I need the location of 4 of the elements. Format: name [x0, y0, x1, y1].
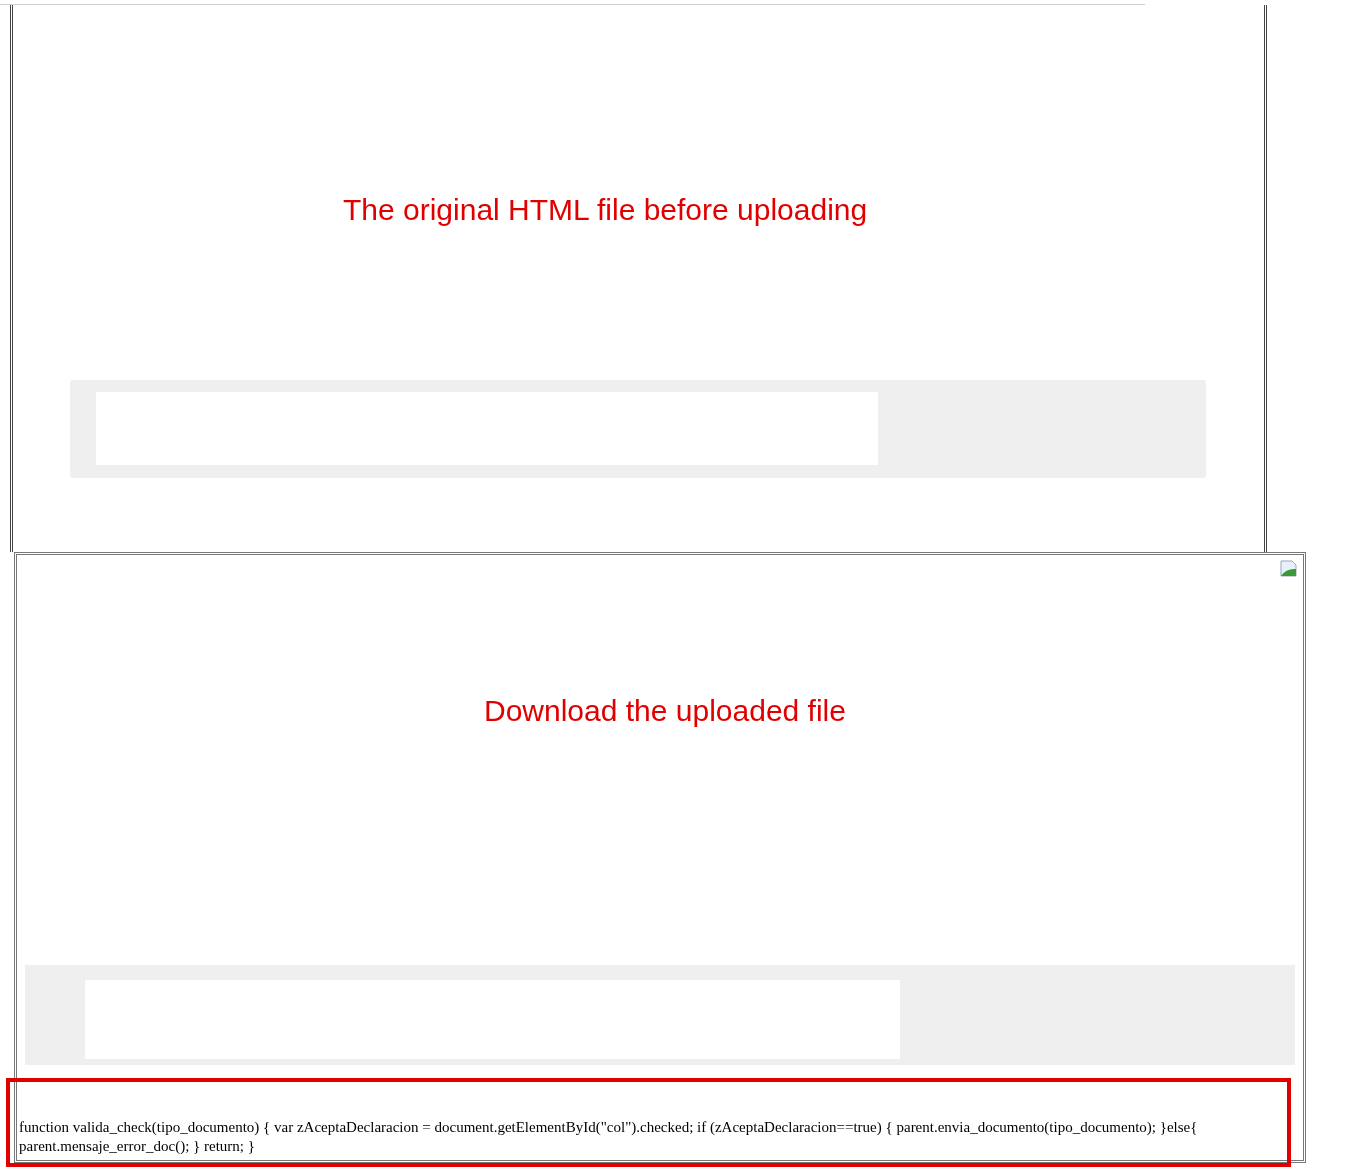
broken-image-icon — [1280, 560, 1297, 577]
annotation-text: The original HTML file before uploading — [343, 192, 868, 228]
code-text: function valida_check(tipo_documento) { var zAceptaDeclaracion = document.getElementById("col").checked; if (zAceptaDeclaracion==true) { parent.envia_documento(tipo_documento); }else{ parent.mensaje_error_doc(); } return; } — [19, 1118, 1199, 1156]
annotation-text: Download the uploaded file — [484, 693, 846, 729]
